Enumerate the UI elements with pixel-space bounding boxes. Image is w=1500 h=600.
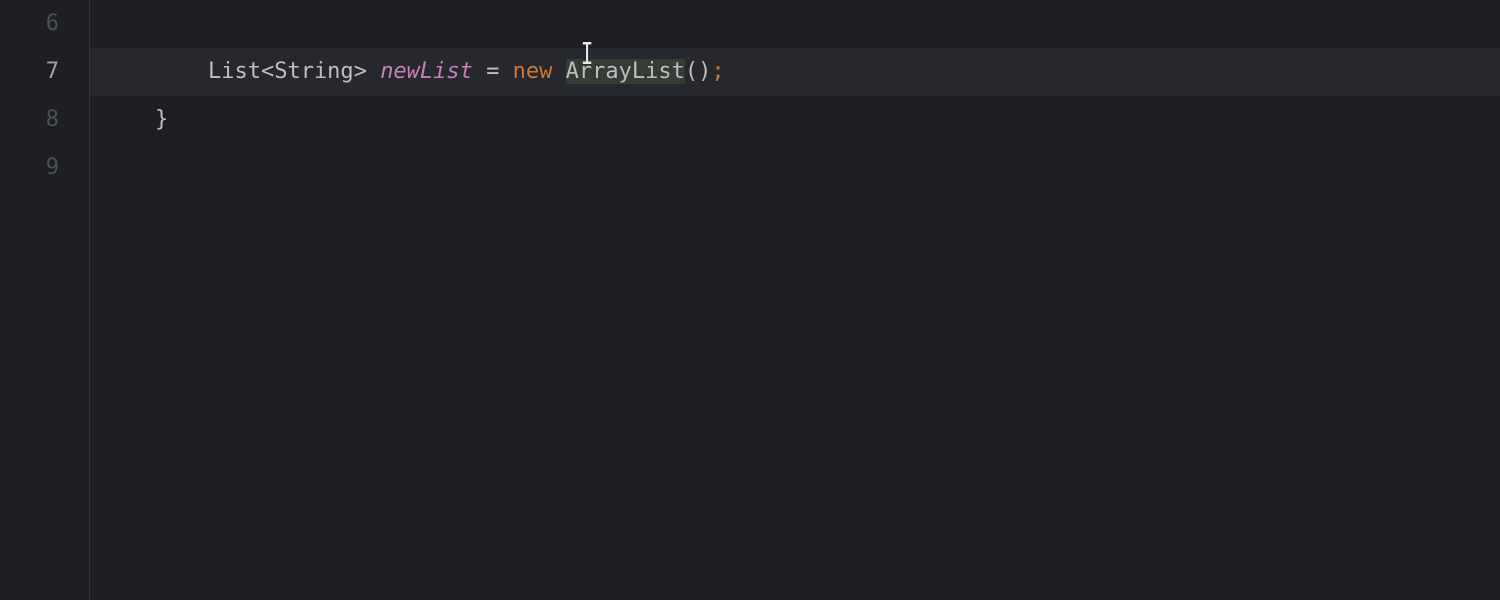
- indent: [102, 48, 208, 96]
- token-keyword-new: new: [513, 59, 553, 84]
- space: [499, 59, 512, 84]
- token-class-arraylist: ArrayList: [566, 59, 685, 84]
- space: [552, 59, 565, 84]
- token-paren-close: ): [698, 59, 711, 84]
- token-semicolon: ;: [711, 59, 724, 84]
- line-number: 6: [0, 0, 89, 48]
- token-paren-open: (: [685, 59, 698, 84]
- token-brace-close: }: [155, 107, 168, 132]
- indent: [102, 96, 155, 144]
- token-angle-open: <: [261, 59, 274, 84]
- code-line-6[interactable]: [90, 0, 1500, 48]
- code-editor[interactable]: 6 7 8 9 List<String> newList = new Array…: [0, 0, 1500, 600]
- token-variable: newList: [380, 59, 473, 84]
- code-area[interactable]: List<String> newList = new ArrayList(); …: [90, 0, 1500, 600]
- line-number: 8: [0, 96, 89, 144]
- code-line-9[interactable]: [90, 144, 1500, 192]
- token-type-string: String: [274, 59, 353, 84]
- token-angle-close: >: [354, 59, 367, 84]
- line-number: 7: [0, 48, 89, 96]
- token-equals: =: [486, 59, 499, 84]
- space: [473, 59, 486, 84]
- code-line-8[interactable]: }: [90, 96, 1500, 144]
- space: [367, 59, 380, 84]
- line-number: 9: [0, 144, 89, 192]
- code-line-7[interactable]: List<String> newList = new ArrayList();: [90, 48, 1500, 96]
- token-type-list: List: [208, 59, 261, 84]
- line-number-gutter: 6 7 8 9: [0, 0, 90, 600]
